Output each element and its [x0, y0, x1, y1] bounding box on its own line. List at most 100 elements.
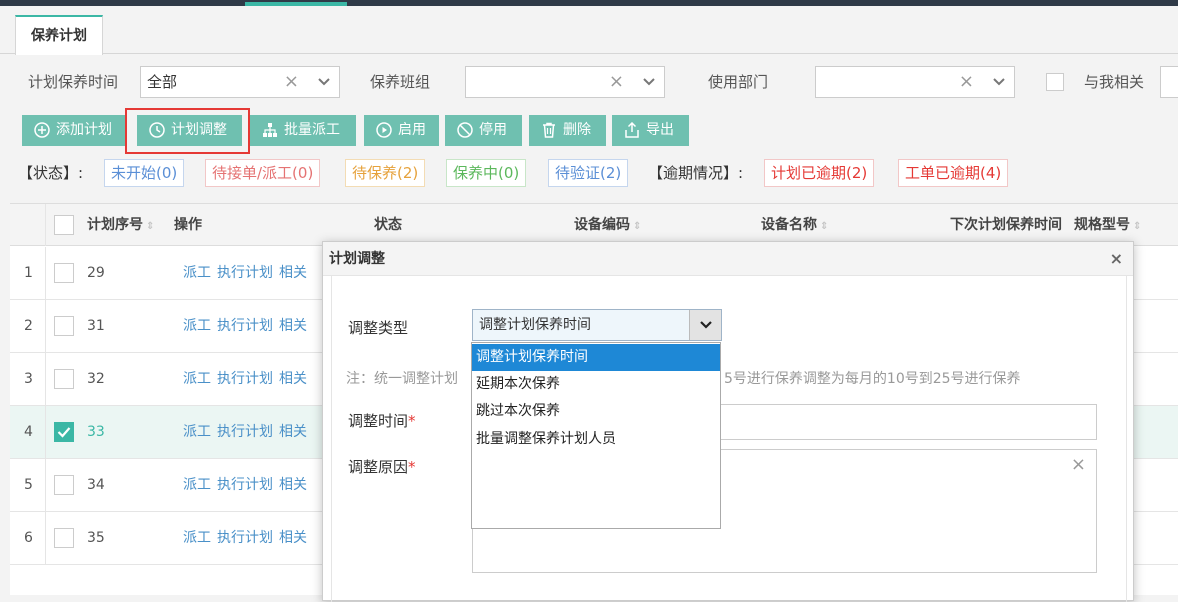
export-button[interactable]: 导出 [612, 115, 689, 146]
row-ops: 派工 执行计划 相关 [183, 406, 313, 458]
add-plan-label: 添加计划 [56, 122, 112, 138]
status-waiting-dispatch[interactable]: 待接单/派工(0) [205, 159, 321, 187]
enable-button[interactable]: 启用 [364, 115, 439, 146]
overdue-label: 【逾期情况】: [648, 164, 744, 182]
status-in-progress[interactable]: 保养中(0) [446, 159, 527, 187]
delete-label: 删除 [563, 122, 591, 138]
mine-checkbox[interactable] [1046, 73, 1064, 91]
batch-dispatch-button[interactable]: 批量派工 [250, 115, 356, 146]
option-batch-staff[interactable]: 批量调整保养计划人员 [472, 426, 720, 453]
export-icon [625, 122, 639, 138]
chevron-down-icon[interactable] [992, 67, 1006, 100]
status-not-started[interactable]: 未开始(0) [104, 159, 185, 187]
col-status: 状态 [374, 217, 402, 233]
row-checkbox[interactable] [54, 369, 74, 389]
check-icon [57, 427, 71, 438]
row-ops: 派工 执行计划 相关 [183, 247, 313, 299]
status-label: 【状态】: [18, 164, 84, 182]
dispatch-link[interactable]: 派工 [183, 265, 211, 281]
related-link[interactable]: 相关 [279, 318, 307, 334]
index-header [10, 204, 46, 246]
sort-icon: ⇕ [1133, 221, 1142, 232]
row-seq: 33 [87, 424, 105, 440]
row-seq: 35 [87, 530, 105, 546]
execute-plan-link[interactable]: 执行计划 [217, 477, 273, 493]
select-all-checkbox[interactable] [54, 215, 74, 235]
status-waiting-verify[interactable]: 待验证(2) [548, 159, 629, 187]
plan-time-label: 计划保养时间 [28, 73, 119, 91]
close-icon[interactable]: × [1110, 242, 1123, 276]
plan-time-value: 全部 [147, 73, 178, 91]
clear-icon[interactable]: × [1071, 454, 1086, 475]
row-checkbox-checked[interactable] [54, 422, 74, 442]
row-checkbox[interactable] [54, 475, 74, 495]
status-plan-overdue[interactable]: 计划已逾期(2) [764, 159, 875, 187]
related-link[interactable]: 相关 [279, 477, 307, 493]
tab-maintenance-plan[interactable]: 保养计划 [15, 15, 103, 55]
dispatch-link[interactable]: 派工 [183, 371, 211, 387]
row-ops: 派工 执行计划 相关 [183, 300, 313, 352]
dialog-title: 计划调整 [329, 251, 385, 267]
row-checkbox[interactable] [54, 316, 74, 336]
execute-plan-link[interactable]: 执行计划 [217, 265, 273, 281]
adjust-type-dropdown: 调整计划保养时间 延期本次保养 跳过本次保养 批量调整保养计划人员 [471, 342, 721, 529]
adjust-type-select[interactable]: 调整计划保养时间 [472, 309, 722, 341]
adjust-type-value: 调整计划保养时间 [479, 317, 591, 333]
row-checkbox[interactable] [54, 263, 74, 283]
related-link[interactable]: 相关 [279, 371, 307, 387]
batch-dispatch-label: 批量派工 [284, 122, 340, 138]
option-skip[interactable]: 跳过本次保养 [472, 398, 720, 425]
org-tree-icon [263, 123, 277, 137]
plan-time-select[interactable]: 全部 × [140, 66, 340, 98]
clear-icon[interactable]: × [609, 67, 624, 97]
add-plan-button[interactable]: 添加计划 [22, 115, 127, 146]
dialog-header: 计划调整 × [323, 242, 1133, 276]
plan-adjust-dialog: 计划调整 × 调整类型 调整计划保养时间 注：统一调整计划 5号进行保养调整为每… [322, 241, 1134, 602]
enable-label: 启用 [398, 122, 426, 138]
dispatch-link[interactable]: 派工 [183, 424, 211, 440]
related-link[interactable]: 相关 [279, 265, 307, 281]
disable-button[interactable]: 停用 [445, 115, 522, 146]
dispatch-link[interactable]: 派工 [183, 530, 211, 546]
execute-plan-link[interactable]: 执行计划 [217, 424, 273, 440]
table-header: 计划序号 ⇕ 操作 状态 设备编码 ⇕ 设备名称 ⇕ 下次计划保养时间 规格型号 ⇕ [10, 204, 1178, 246]
col-seq[interactable]: 计划序号 ⇕ [87, 204, 154, 246]
option-postpone[interactable]: 延期本次保养 [472, 371, 720, 398]
group-select[interactable]: × [465, 66, 665, 98]
highlight-box [125, 108, 250, 154]
clear-icon[interactable]: × [284, 67, 299, 97]
group-label: 保养班组 [370, 73, 431, 91]
row-ops: 派工 执行计划 相关 [183, 353, 313, 405]
note-text-left: 注：统一调整计划 [346, 371, 458, 387]
delete-button[interactable]: 删除 [529, 115, 606, 146]
execute-plan-link[interactable]: 执行计划 [217, 318, 273, 334]
row-index-cell: 5 [10, 459, 46, 511]
plus-circle-icon [34, 122, 50, 138]
related-link[interactable]: 相关 [279, 530, 307, 546]
dispatch-link[interactable]: 派工 [183, 318, 211, 334]
col-spec[interactable]: 规格型号 ⇕ [1074, 204, 1141, 246]
execute-plan-link[interactable]: 执行计划 [217, 530, 273, 546]
related-link[interactable]: 相关 [279, 424, 307, 440]
status-waiting-maintenance[interactable]: 待保养(2) [345, 159, 426, 187]
status-filter-row: 【状态】: 未开始(0) 待接单/派工(0) 待保养(2) 保养中(0) 待验证… [0, 158, 1178, 188]
note-text-right: 5号进行保养调整为每月的10号到25号进行保养 [724, 371, 1021, 387]
status-order-overdue[interactable]: 工单已逾期(4) [898, 159, 1009, 187]
col-name[interactable]: 设备名称 ⇕ [761, 204, 828, 246]
dept-select[interactable]: × [815, 66, 1015, 98]
sort-icon: ⇕ [146, 221, 155, 232]
clear-icon[interactable]: × [959, 67, 974, 97]
tab-strip: 保养计划 [0, 6, 1178, 55]
col-code[interactable]: 设备编码 ⇕ [574, 204, 641, 246]
chevron-down-icon[interactable] [689, 310, 721, 340]
execute-plan-link[interactable]: 执行计划 [217, 371, 273, 387]
extra-select[interactable] [1160, 66, 1178, 98]
option-adjust-time[interactable]: 调整计划保养时间 [472, 344, 720, 371]
row-checkbox[interactable] [54, 528, 74, 548]
dispatch-link[interactable]: 派工 [183, 477, 211, 493]
chevron-down-icon[interactable] [317, 67, 331, 100]
row-index-cell: 1 [10, 247, 46, 299]
chevron-down-icon[interactable] [642, 67, 656, 100]
adjust-time-label: 调整时间* [348, 412, 416, 430]
row-index-cell: 2 [10, 300, 46, 352]
